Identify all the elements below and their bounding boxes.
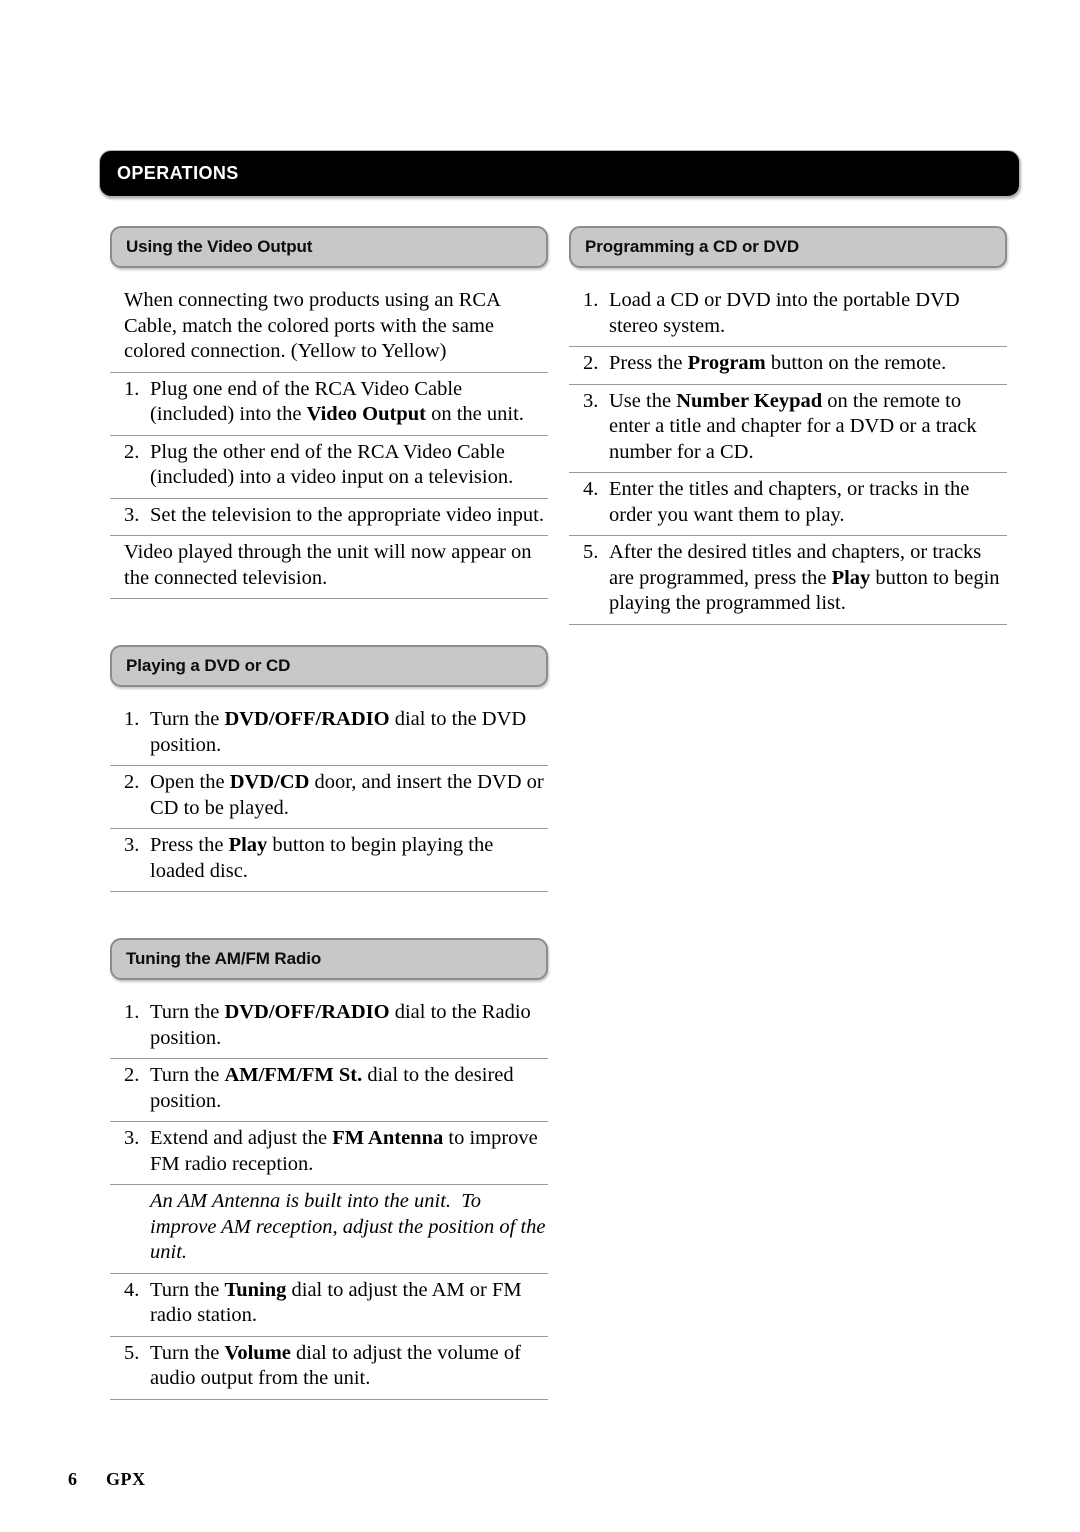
step-number: 1. (124, 1001, 140, 1023)
section-header-playing-a-dvd-or-cd: Playing a DVD or CD (110, 645, 548, 687)
section-header-label: Using the Video Output (126, 237, 313, 256)
left-column: Using the Video Output When connecting tw… (110, 226, 548, 1400)
step-number: 1. (124, 708, 140, 730)
step-number: 3. (124, 503, 140, 526)
step-number: 3. (124, 834, 140, 856)
step-number: 1. (583, 289, 599, 311)
section-header-programming-a-cd-or-dvd: Programming a CD or DVD (569, 226, 1007, 268)
right-column: Programming a CD or DVD 1. Load a CD or DV… (569, 226, 1007, 625)
numbered-step: 1. Turn the DVD/OFF/RADIO dial to the DVD… (110, 703, 548, 766)
step-number: 4. (124, 1278, 140, 1301)
numbered-step: 3. Use the Number Keypad on the remote to… (569, 385, 1007, 473)
chapter-banner-title: OPERATIONS (117, 163, 239, 183)
step-number: 4. (583, 478, 599, 500)
paragraph-text: Video played through the unit will now a… (124, 541, 532, 589)
section-header-label: Tuning the AM/FM Radio (126, 949, 322, 968)
chapter-banner: OPERATIONS (99, 150, 1020, 197)
section-tuning-the-am-fm-radio: Tuning the AM/FM Radio 1. Turn the DVD/OFF… (110, 938, 548, 1400)
numbered-step: 3. Press the Play button to begin playing… (110, 829, 548, 892)
manual-page: OPERATIONS Using the Video Output When co… (0, 0, 1080, 1532)
numbered-step: 1. Plug one end of the RCA Video Cable (i… (110, 373, 548, 436)
step-number: 2. (583, 352, 599, 374)
section-programming-a-cd-or-dvd: Programming a CD or DVD 1. Load a CD or DV… (569, 226, 1007, 625)
italic-note-text: An AM Antenna is built into the unit. To… (150, 1190, 546, 1263)
step-number: 3. (124, 1127, 140, 1149)
section-header-tuning-the-am-fm-radio: Tuning the AM/FM Radio (110, 938, 548, 980)
step-text: Turn the DVD/OFF/RADIO dial to the Radio… (150, 1001, 531, 1049)
section-header-using-the-video-output: Using the Video Output (110, 226, 548, 268)
step-text: Turn the DVD/OFF/RADIO dial to the DVD p… (150, 708, 527, 756)
section-using-the-video-output: Using the Video Output When connecting tw… (110, 226, 548, 599)
numbered-step: 2. Turn the AM/FM/FM St. dial to the desi… (110, 1059, 548, 1122)
numbered-step: 3. Extend and adjust the FM Antenna to im… (110, 1122, 548, 1185)
step-number: 2. (124, 1064, 140, 1086)
step-number: 1. (124, 377, 140, 400)
numbered-step: 4. Turn the Tuning dial to adjust the AM … (110, 1274, 548, 1337)
step-text: Load a CD or DVD into the portable DVD s… (609, 289, 960, 337)
step-text: Turn the AM/FM/FM St. dial to the desire… (150, 1064, 514, 1112)
numbered-step: 5. After the desired titles and chapters,… (569, 536, 1007, 625)
step-text: After the desired titles and chapters, o… (609, 541, 1000, 614)
step-text: Press the Program button on the remote. (609, 352, 947, 374)
paragraph: When connecting two products using an RC… (110, 284, 548, 373)
step-text: Use the Number Keypad on the remote to e… (609, 389, 977, 463)
numbered-step: 2. Press the Program button on the remote… (569, 347, 1007, 385)
numbered-step: 5. Turn the Volume dial to adjust the vol… (110, 1337, 548, 1400)
numbered-step: 3. Set the television to the appropriate … (110, 499, 548, 536)
italic-note: An AM Antenna is built into the unit. To… (110, 1185, 548, 1274)
step-text: Set the television to the appropriate vi… (150, 503, 544, 526)
section-header-label: Playing a DVD or CD (126, 656, 291, 675)
numbered-step: 1. Load a CD or DVD into the portable DVD… (569, 284, 1007, 347)
numbered-step: 1. Turn the DVD/OFF/RADIO dial to the Rad… (110, 996, 548, 1059)
footer-brand: GPX (106, 1469, 146, 1489)
paragraph-text: When connecting two products using an RC… (124, 289, 500, 362)
section-header-label: Programming a CD or DVD (585, 237, 800, 256)
numbered-step: 2. Open the DVD/CD door, and insert the D… (110, 766, 548, 829)
step-text: Enter the titles and chapters, or tracks… (609, 478, 970, 526)
section-playing-a-dvd-or-cd: Playing a DVD or CD 1. Turn the DVD/OFF/RA… (110, 645, 548, 892)
step-text: Extend and adjust the FM Antenna to impr… (150, 1127, 538, 1175)
page-footer: 6 GPX (68, 1469, 146, 1490)
step-number: 2. (124, 771, 140, 793)
step-text: Turn the Volume dial to adjust the volum… (150, 1341, 521, 1390)
step-number: 5. (124, 1341, 140, 1364)
footer-page-number: 6 (68, 1469, 77, 1489)
step-text: Plug the other end of the RCA Video Cabl… (150, 440, 514, 489)
step-text: Plug one end of the RCA Video Cable (inc… (150, 377, 524, 426)
step-number: 2. (124, 440, 140, 463)
numbered-step: 4. Enter the titles and chapters, or trac… (569, 473, 1007, 536)
paragraph: Video played through the unit will now a… (110, 536, 548, 599)
step-number: 5. (583, 541, 599, 563)
step-text: Press the Play button to begin playing t… (150, 834, 494, 882)
step-text: Turn the Tuning dial to adjust the AM or… (150, 1278, 522, 1327)
step-number: 3. (583, 389, 599, 412)
step-text: Open the DVD/CD door, and insert the DVD… (150, 771, 544, 819)
numbered-step: 2. Plug the other end of the RCA Video Ca… (110, 436, 548, 499)
